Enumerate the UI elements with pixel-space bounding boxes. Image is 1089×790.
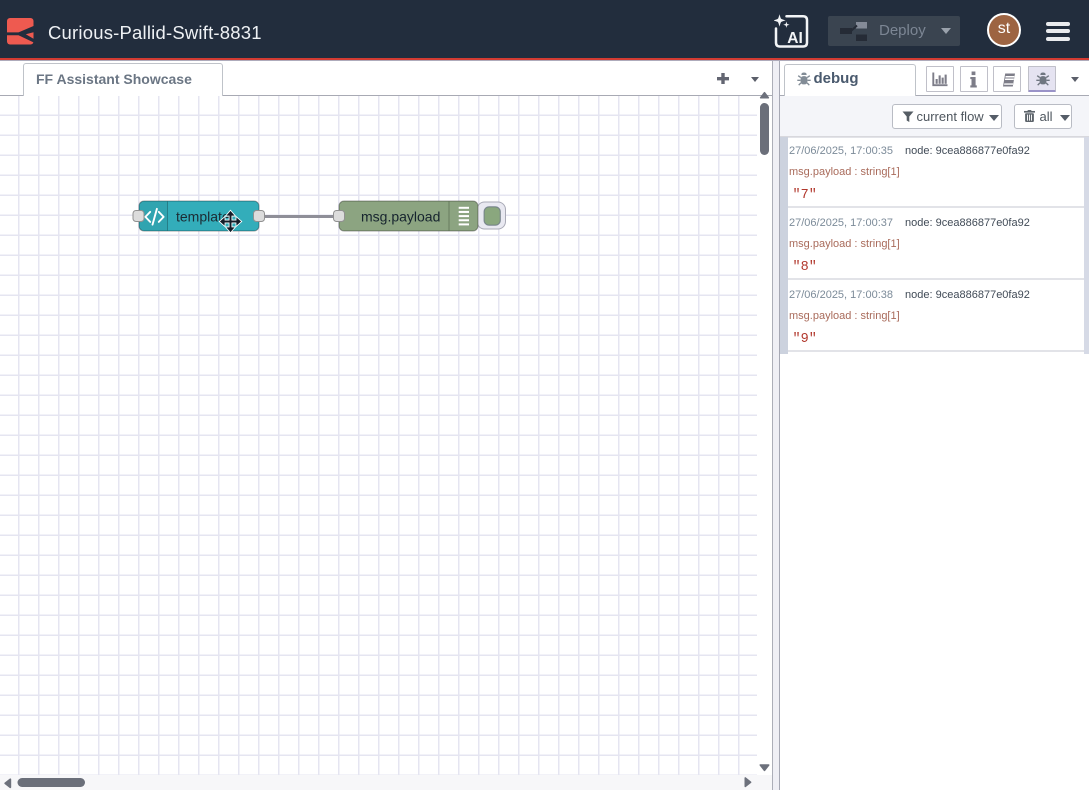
svg-text:msg.payload: msg.payload [361,209,440,225]
svg-text:AI: AI [787,30,803,47]
